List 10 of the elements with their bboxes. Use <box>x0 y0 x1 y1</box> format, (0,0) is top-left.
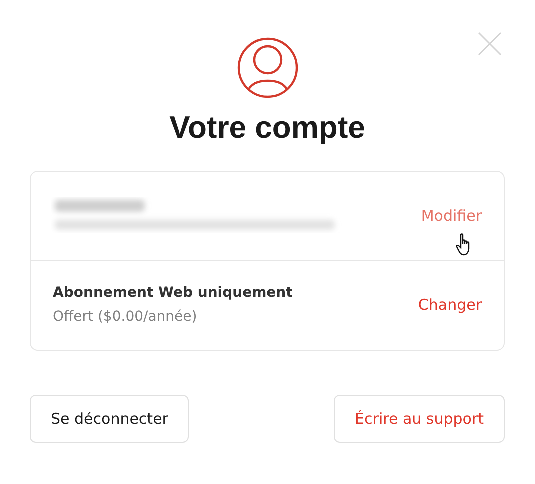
logout-button[interactable]: Se déconnecter <box>30 395 190 443</box>
change-link[interactable]: Changer <box>418 294 482 317</box>
plan-name: Abonnement Web uniquement <box>53 284 293 303</box>
close-button[interactable] <box>478 32 502 56</box>
close-icon <box>478 32 502 56</box>
support-button[interactable]: Écrire au support <box>334 395 505 443</box>
modify-link[interactable]: Modifier <box>421 204 482 228</box>
user-icon <box>236 37 298 99</box>
plan-price: Offert ($0.00/année) <box>53 308 198 327</box>
dialog-title: Votre compte <box>170 109 366 147</box>
